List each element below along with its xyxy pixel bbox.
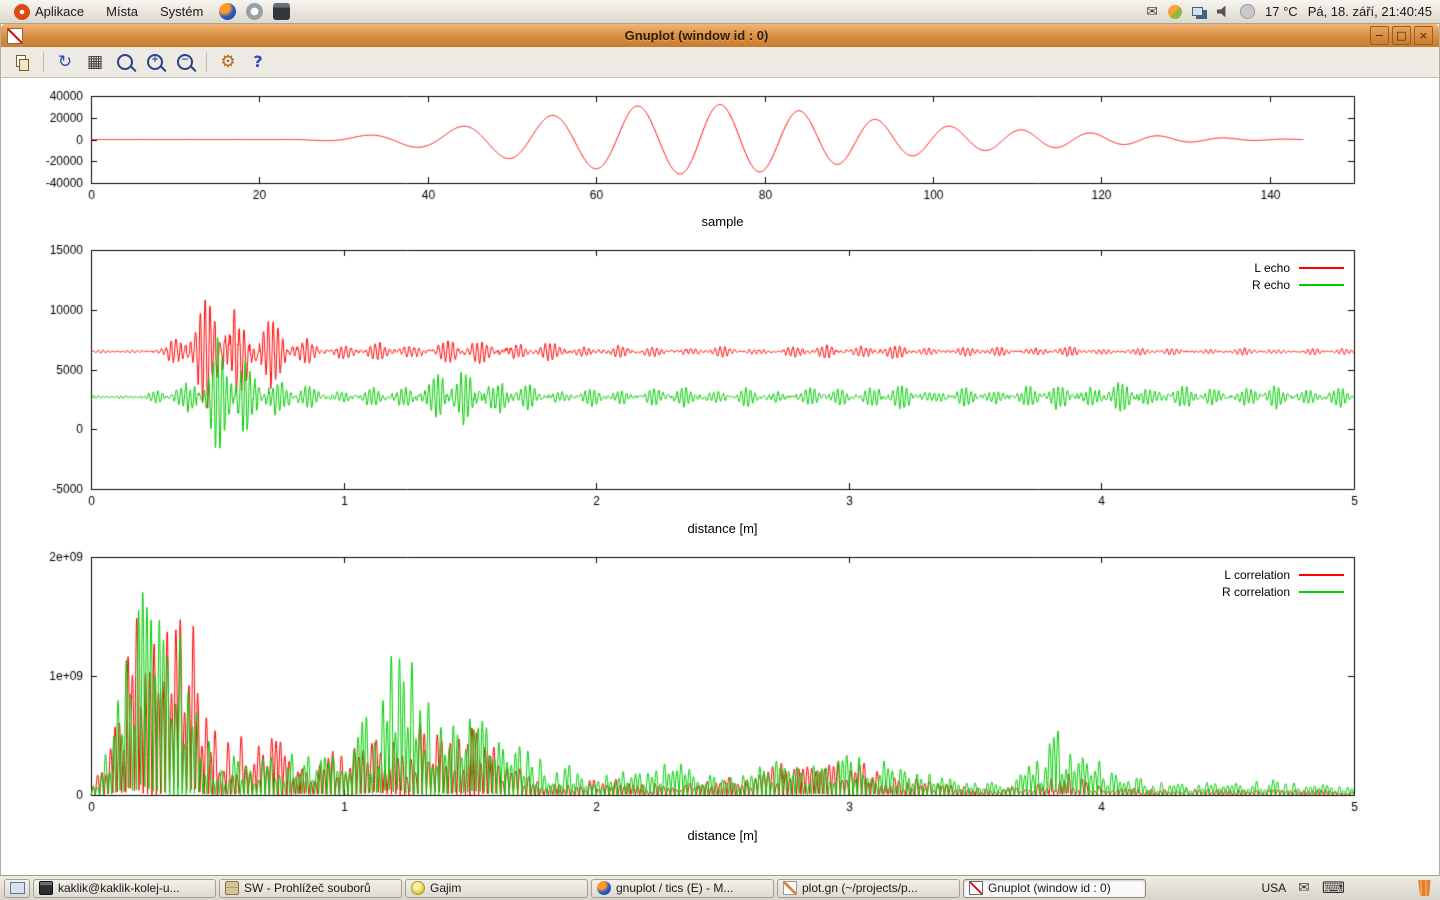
gnuplot-window: Gnuplot (window id : 0) − □ × ↻ ▦ + [0, 24, 1440, 875]
legend-label: L correlation [1224, 568, 1290, 582]
chart-correlation-xlabel: distance [m] [91, 828, 1354, 843]
plus-sign: + [149, 55, 161, 65]
terminal-icon [39, 881, 53, 895]
minus-sign: − [179, 55, 191, 65]
terminal-launcher-icon[interactable] [273, 3, 290, 20]
show-desktop-icon [10, 882, 25, 894]
toolbar-separator [206, 52, 207, 72]
chart-echo-legend: L echo R echo [1252, 259, 1344, 293]
zoom-out-button[interactable]: − [172, 50, 198, 75]
menu-places-label: Místa [106, 4, 138, 19]
top-panel: Aplikace Místa Systém ✉ 17 °C Pá, 18. zá… [0, 0, 1440, 24]
zoom-previous-button[interactable] [112, 50, 138, 75]
minimize-button[interactable]: − [1370, 26, 1389, 45]
mail-tray-icon[interactable]: ✉ [1298, 881, 1310, 895]
desktop: Aplikace Místa Systém ✉ 17 °C Pá, 18. zá… [0, 0, 1440, 900]
toolbar: ↻ ▦ + − ⚙ ? [1, 47, 1439, 78]
legend-line-sample [1299, 267, 1344, 269]
zoom-in-icon: + [147, 54, 163, 70]
toolbar-separator [43, 52, 44, 72]
replot-icon: ↻ [58, 54, 72, 71]
task-label: Gajim [430, 881, 461, 895]
menu-system-label: Systém [160, 4, 203, 19]
help-icon: ? [253, 54, 262, 70]
grid-button[interactable]: ▦ [82, 50, 108, 75]
mail-icon[interactable]: ✉ [1146, 5, 1158, 19]
configure-icon: ⚙ [220, 54, 235, 71]
network-icon[interactable] [1192, 7, 1203, 16]
text-editor-icon [783, 881, 797, 895]
file-browser-icon [225, 881, 239, 895]
help-button[interactable]: ? [245, 50, 271, 75]
chart-correlation-legend: L correlation R correlation [1222, 566, 1344, 600]
help-launcher-icon[interactable] [246, 3, 263, 20]
task-file-browser[interactable]: SW - Prohlížeč souborů [219, 879, 402, 898]
chart-echo-xlabel: distance [m] [91, 521, 1354, 536]
menu-applications[interactable]: Aplikace [8, 0, 90, 23]
chart-echo-canvas[interactable] [1, 244, 1439, 516]
task-label: gnuplot / tics (E) - M... [616, 881, 733, 895]
maximize-button[interactable]: □ [1392, 26, 1411, 45]
zoom-in-button[interactable]: + [142, 50, 168, 75]
task-label: kaklik@kaklik-kolej-u... [58, 881, 180, 895]
gnuplot-icon [969, 881, 983, 895]
legend-line-sample [1299, 574, 1344, 576]
ubuntu-logo-icon [14, 4, 30, 20]
legend-entry: R echo [1252, 276, 1344, 293]
window-title: Gnuplot (window id : 0) [23, 28, 1370, 43]
menu-places[interactable]: Místa [100, 0, 144, 23]
replot-button[interactable]: ↻ [52, 50, 78, 75]
plot-area: sample L echo R echo distance [m] L corre… [1, 78, 1439, 875]
legend-entry: L echo [1252, 259, 1344, 276]
task-firefox[interactable]: gnuplot / tics (E) - M... [591, 879, 774, 898]
legend-entry: R correlation [1222, 583, 1344, 600]
task-label: SW - Prohlížeč souborů [244, 881, 371, 895]
legend-line-sample [1299, 591, 1344, 593]
zoom-out-icon: − [177, 54, 193, 70]
clock[interactable]: Pá, 18. září, 21:40:45 [1308, 4, 1432, 19]
menu-applications-label: Aplikace [35, 4, 84, 19]
gnuplot-window-icon [7, 28, 23, 44]
copy-icon [16, 55, 29, 70]
configure-button[interactable]: ⚙ [215, 50, 241, 75]
taskbar: kaklik@kaklik-kolej-u... SW - Prohlížeč … [0, 875, 1440, 900]
task-gnuplot[interactable]: Gnuplot (window id : 0) [963, 879, 1146, 898]
chart-signal-canvas[interactable] [1, 88, 1439, 218]
copy-button[interactable] [9, 50, 35, 75]
trash-applet-icon[interactable] [1417, 880, 1432, 896]
task-text-editor[interactable]: plot.gn (~/projects/p... [777, 879, 960, 898]
close-button[interactable]: × [1414, 26, 1433, 45]
show-desktop-button[interactable] [4, 879, 30, 898]
keyboard-indicator-icon[interactable]: ⌨ [1322, 880, 1345, 896]
weather-icon [1240, 4, 1255, 19]
updates-icon[interactable] [1168, 5, 1182, 19]
volume-icon[interactable] [1217, 5, 1230, 18]
grid-icon: ▦ [87, 54, 103, 71]
legend-label: L echo [1254, 261, 1290, 275]
task-label: plot.gn (~/projects/p... [802, 881, 918, 895]
firefox-launcher-icon[interactable] [219, 3, 236, 20]
task-gajim[interactable]: Gajim [405, 879, 588, 898]
task-terminal[interactable]: kaklik@kaklik-kolej-u... [33, 879, 216, 898]
chart-signal-xlabel: sample [91, 214, 1354, 229]
firefox-icon [597, 881, 611, 895]
titlebar[interactable]: Gnuplot (window id : 0) − □ × [1, 24, 1439, 47]
menu-system[interactable]: Systém [154, 0, 209, 23]
legend-label: R correlation [1222, 585, 1290, 599]
legend-line-sample [1299, 284, 1344, 286]
keyboard-layout-indicator[interactable]: USA [1261, 881, 1286, 895]
gajim-icon [411, 881, 425, 895]
zoom-previous-icon [117, 54, 133, 70]
legend-entry: L correlation [1222, 566, 1344, 583]
temperature-label: 17 °C [1265, 4, 1298, 19]
task-label: Gnuplot (window id : 0) [988, 881, 1111, 895]
legend-label: R echo [1252, 278, 1290, 292]
